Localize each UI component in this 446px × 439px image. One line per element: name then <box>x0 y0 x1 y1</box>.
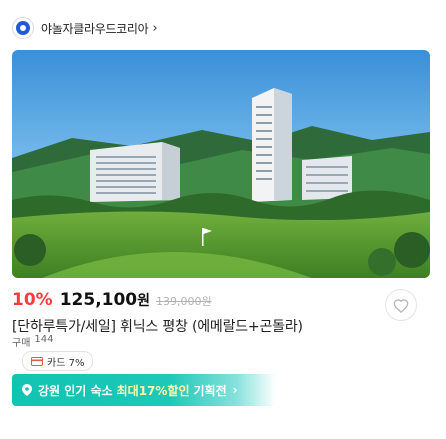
chevron-right-icon: › <box>232 383 238 397</box>
sold-number: 144 <box>34 334 54 345</box>
sale-price: 125,100 <box>59 290 138 310</box>
heart-icon[interactable] <box>385 289 417 321</box>
seller-link[interactable]: 야놀자클라우드코리아 › <box>12 16 158 40</box>
seller-logo-icon <box>12 17 34 39</box>
location-pin-icon <box>22 384 32 396</box>
promo-text-before: 강원 인기 숙소 <box>38 383 113 398</box>
card-discount-badge: 카드 7% <box>22 351 94 371</box>
promo-text-after: 기획전 <box>193 383 227 398</box>
seller-name: 야놀자클라우드코리아 <box>41 21 149 36</box>
card-badge-label: 카드 7% <box>47 357 85 369</box>
sold-label: 구매 <box>12 338 31 349</box>
sold-count: 구매 144 <box>12 334 54 349</box>
price-unit: 원 <box>137 293 151 309</box>
product-image[interactable] <box>12 50 430 278</box>
promo-banner[interactable]: 강원 인기 숙소 최대17%할인 기획전 › <box>12 374 276 406</box>
promo-highlight: 최대17%할인 <box>116 383 190 398</box>
price-row: 10% 125,100 원 139,000원 <box>12 290 212 310</box>
discount-rate: 10% <box>12 290 53 310</box>
chevron-right-icon: › <box>152 20 158 36</box>
product-title[interactable]: [단하루특가/세일] 휘닉스 평창 (에메랄드+곤돌라) <box>12 316 303 336</box>
card-icon <box>31 356 43 366</box>
original-price: 139,000원 <box>156 295 212 308</box>
